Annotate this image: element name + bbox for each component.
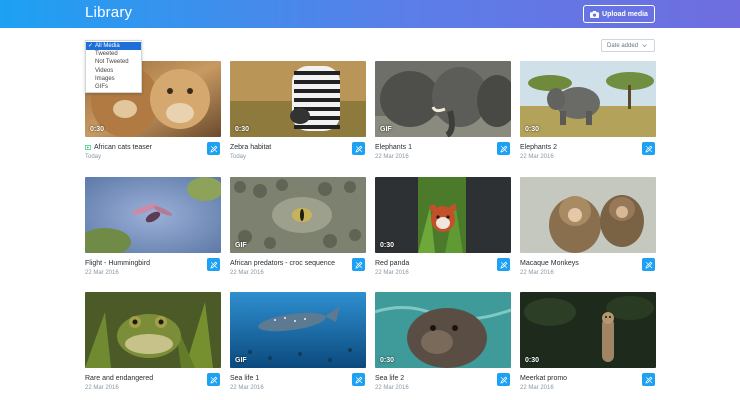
media-thumbnail[interactable]: 0:30: [375, 292, 511, 368]
edit-media-button[interactable]: [352, 142, 365, 155]
checkmark-icon: ✓: [88, 43, 94, 49]
media-gif-badge: GIF: [380, 126, 392, 133]
pencil-icon: [209, 376, 217, 384]
camera-icon: [590, 10, 600, 18]
media-date: 22 Mar 2016: [520, 270, 554, 276]
pencil-icon: [499, 145, 507, 153]
media-title: Zebra habitat: [230, 144, 272, 151]
media-thumbnail[interactable]: GIF: [375, 61, 511, 137]
media-duration-badge: 0:30: [525, 126, 540, 133]
pencil-icon: [354, 376, 362, 384]
filter-option-not-tweeted[interactable]: Not Tweeted: [86, 58, 141, 66]
pencil-icon: [499, 261, 507, 269]
pencil-icon: [209, 145, 217, 153]
media-title: Red panda: [375, 260, 410, 267]
media-thumbnail[interactable]: GIF: [230, 177, 366, 253]
media-date: 22 Mar 2016: [85, 270, 119, 276]
edit-media-button[interactable]: [642, 373, 655, 386]
media-date: 22 Mar 2016: [520, 385, 554, 391]
video-icon: [85, 145, 91, 150]
media-title: African predators - croc sequence: [230, 260, 336, 267]
media-date: Today: [230, 154, 247, 160]
edit-media-button[interactable]: [642, 142, 655, 155]
filter-option-gifs[interactable]: GIFs: [86, 83, 141, 91]
sort-select[interactable]: Date added: [601, 39, 655, 52]
media-title: Sea life 1: [230, 375, 260, 382]
pencil-icon: [209, 261, 217, 269]
upload-media-label: Upload media: [602, 10, 648, 18]
media-date: 22 Mar 2016: [375, 154, 409, 160]
edit-media-button[interactable]: [497, 258, 510, 271]
pencil-icon: [354, 145, 362, 153]
media-thumbnail[interactable]: [85, 292, 221, 368]
media-title: Elephants 2: [520, 144, 557, 151]
edit-media-button[interactable]: [207, 142, 220, 155]
filter-option-tweeted[interactable]: Tweeted: [86, 50, 141, 58]
media-date: 22 Mar 2016: [85, 385, 119, 391]
media-title: African cats teaser: [94, 144, 152, 151]
media-title: Rare and endangered: [85, 375, 154, 382]
header-bar: Library Upload media: [0, 0, 740, 28]
pencil-icon: [644, 261, 652, 269]
media-title: Elephants 1: [375, 144, 412, 151]
edit-media-button[interactable]: [642, 258, 655, 271]
media-duration-badge: 0:30: [525, 357, 540, 364]
media-gif-badge: GIF: [235, 242, 247, 249]
sort-select-label: Date added: [607, 42, 639, 49]
edit-media-button[interactable]: [497, 373, 510, 386]
pencil-icon: [644, 145, 652, 153]
media-filter-dropdown[interactable]: ✓ All Media Tweeted Not Tweeted Videos I…: [85, 40, 142, 93]
media-duration-badge: 0:30: [380, 357, 395, 364]
media-thumbnail[interactable]: [85, 177, 221, 253]
media-thumbnail[interactable]: GIF: [230, 292, 366, 368]
media-date: 22 Mar 2016: [230, 385, 264, 391]
edit-media-button[interactable]: [207, 258, 220, 271]
media-title: Meerkat promo: [520, 375, 568, 382]
media-date: Today: [85, 154, 102, 160]
pencil-icon: [499, 376, 507, 384]
media-title: Macaque Monkeys: [520, 260, 579, 267]
media-date: 22 Mar 2016: [375, 385, 409, 391]
edit-media-button[interactable]: [352, 258, 365, 271]
media-date: 22 Mar 2016: [520, 154, 554, 160]
media-title: Sea life 2: [375, 375, 405, 382]
media-duration-badge: 0:30: [90, 126, 105, 133]
pencil-icon: [354, 261, 362, 269]
media-thumbnail[interactable]: 0:30: [375, 177, 511, 253]
pencil-icon: [644, 376, 652, 384]
media-duration-badge: 0:30: [380, 242, 395, 249]
page-title: Library: [85, 4, 133, 21]
chevron-down-icon: [642, 43, 647, 48]
media-date: 22 Mar 2016: [230, 270, 264, 276]
filter-option-all-media[interactable]: ✓ All Media: [86, 42, 141, 51]
media-thumbnail[interactable]: 0:30: [520, 292, 656, 368]
media-thumbnail[interactable]: 0:30: [520, 61, 656, 137]
media-duration-badge: 0:30: [235, 126, 250, 133]
media-thumbnail[interactable]: 0:30: [230, 61, 366, 137]
upload-media-button[interactable]: Upload media: [583, 5, 655, 23]
edit-media-button[interactable]: [352, 373, 365, 386]
filter-option-videos[interactable]: Videos: [86, 67, 141, 75]
media-title: Flight - Hummingbird: [85, 260, 150, 267]
filter-option-images[interactable]: Images: [86, 75, 141, 83]
media-date: 22 Mar 2016: [375, 270, 409, 276]
media-thumbnail[interactable]: [520, 177, 656, 253]
media-gif-badge: GIF: [235, 357, 247, 364]
edit-media-button[interactable]: [207, 373, 220, 386]
edit-media-button[interactable]: [497, 142, 510, 155]
